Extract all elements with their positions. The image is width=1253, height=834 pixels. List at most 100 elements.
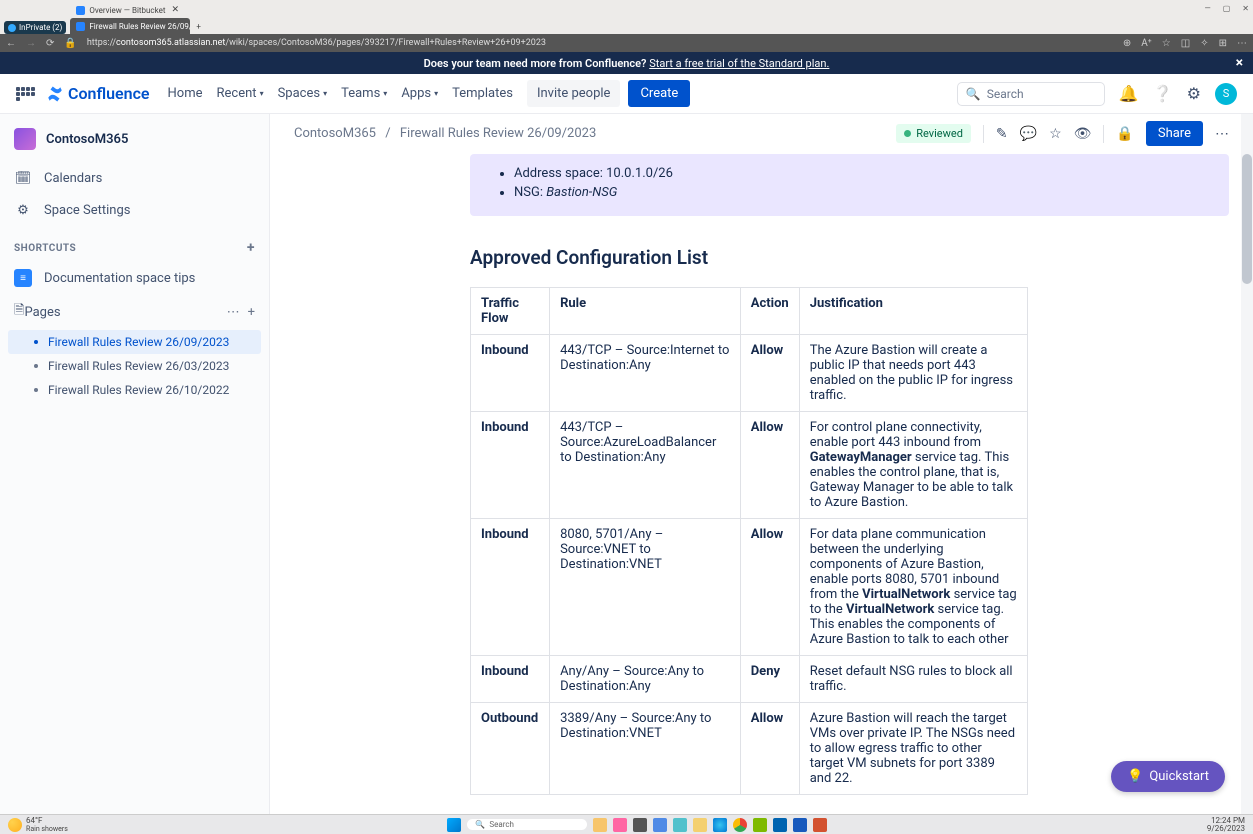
new-tab-button[interactable]: + [190,18,207,34]
back-button[interactable]: ← [6,38,16,49]
space-icon [14,128,36,150]
topnav-item[interactable]: Home [168,86,203,101]
gear-icon: ⚙ [14,201,32,219]
edit-icon[interactable]: ✎ [996,126,1008,142]
share-button[interactable]: Share [1146,121,1203,146]
invite-people-button[interactable]: Invite people [527,80,621,107]
info-panel: Address space: 10.0.1.0/26 NSG: Bastion-… [470,154,1229,216]
table-header: Action [740,288,799,335]
table-row: InboundAny/Any – Source:Any to Destinati… [471,656,1028,703]
top-navigation: Confluence Home Recent▾ Spaces▾ Teams▾ Apps▾… [0,74,1253,114]
forward-button[interactable]: → [26,38,36,49]
table-header: Rule [550,288,741,335]
address-bar[interactable]: https://contosom365.atlassian.net/wiki/s… [87,38,1113,48]
browser-tab-strip: InPrivate (2) Microsoft 365 Certificatio… [0,16,1253,34]
taskbar-app[interactable] [693,818,707,832]
notifications-icon[interactable]: 🔔 [1119,84,1139,103]
tab-close-icon[interactable]: ✕ [171,5,179,15]
taskbar-app[interactable] [653,818,667,832]
app-switcher-icon[interactable] [16,83,38,105]
taskbar-search[interactable]: 🔍Search [467,819,587,830]
quickstart-button[interactable]: 💡Quickstart [1111,761,1225,792]
browser-tab[interactable]: Firewall Rules Review 26/09/20…✕ [70,18,190,34]
space-name[interactable]: ContosoM365 [46,132,128,147]
topnav-item[interactable]: Templates [452,86,513,101]
taskbar-edge[interactable] [713,818,727,832]
page-tree-item[interactable]: Firewall Rules Review 26/03/2023 [0,354,269,378]
taskbar-app[interactable] [753,818,767,832]
inprivate-badge: InPrivate (2) [4,21,66,34]
split-screen-icon[interactable]: ◫ [1181,38,1190,49]
sidebar-item-space-settings[interactable]: ⚙Space Settings [0,194,269,226]
breadcrumb: ContosoM365 / Firewall Rules Review 26/0… [294,126,596,141]
breadcrumb-current[interactable]: Firewall Rules Review 26/09/2023 [400,126,596,141]
comments-icon[interactable]: 💬 [1020,126,1037,142]
topnav-item[interactable]: Apps▾ [401,86,438,101]
taskbar-chrome[interactable] [733,818,747,832]
taskbar-app[interactable] [593,818,607,832]
zoom-icon[interactable]: ⊕ [1123,38,1131,49]
topnav-item[interactable]: Spaces▾ [278,86,328,101]
weather-icon [8,818,22,832]
confluence-logo[interactable]: Confluence [46,84,150,103]
collections-icon[interactable]: ✧ [1200,38,1208,49]
windows-taskbar: 64°FRain showers 🔍Search 12:24 PM 9/26/2… [0,814,1253,834]
shortcut-item[interactable]: ≡Documentation space tips [0,262,269,294]
main-content: ContosoM365 / Firewall Rules Review 26/0… [270,114,1253,814]
taskbar-app[interactable] [613,818,627,832]
page-tree-item[interactable]: Firewall Rules Review 26/10/2022 [0,378,269,402]
settings-gear-icon[interactable]: ⚙ [1187,84,1201,103]
table-row: Inbound443/TCP – Source:Internet to Dest… [471,335,1028,412]
table-header: Justification [799,288,1027,335]
taskbar-app[interactable] [633,818,647,832]
banner-close-icon[interactable]: × [1236,55,1243,71]
table-row: Inbound443/TCP – Source:AzureLoadBalance… [471,412,1028,519]
taskbar-app[interactable] [813,818,827,832]
favorite-icon[interactable]: ☆ [1162,38,1171,49]
star-icon[interactable]: ☆ [1049,126,1062,142]
read-aloud-icon[interactable]: A⁺ [1141,38,1152,49]
browser-tab[interactable]: Overview — Bitbucket✕ [70,2,190,18]
add-page-button[interactable]: + [248,305,255,320]
table-row: Outbound3389/Any – Source:Any to Destina… [471,703,1028,795]
search-icon: 🔍 [966,87,981,101]
search-input[interactable]: 🔍Search [957,82,1105,106]
start-button[interactable] [447,818,461,832]
minimize-button[interactable]: — [1204,4,1210,13]
breadcrumb-root[interactable]: ContosoM365 [294,126,376,141]
banner-link[interactable]: Start a free trial of the Standard plan. [649,57,829,70]
help-icon[interactable]: ❔ [1153,84,1173,103]
taskbar-clock[interactable]: 12:24 PM 9/26/2023 [1207,817,1245,833]
avatar[interactable]: S [1215,83,1237,105]
page-tree-item[interactable]: Firewall Rules Review 26/09/2023 [8,330,261,354]
taskbar-word[interactable] [793,818,807,832]
create-button[interactable]: Create [628,80,690,107]
refresh-button[interactable]: ⟳ [46,38,54,49]
section-heading: Approved Configuration List [470,246,1229,269]
restrictions-icon[interactable]: 🔒 [1116,126,1133,142]
topnav-item[interactable]: Recent▾ [217,86,264,101]
promo-banner: Does your team need more from Confluence… [0,52,1253,74]
topnav-item[interactable]: Teams▾ [341,86,387,101]
table-header: Traffic Flow [471,288,550,335]
doc-icon: ≡ [14,269,32,287]
pages-more-icon[interactable]: ⋯ [227,305,240,320]
profile-icon[interactable]: ⋯ [1237,38,1247,49]
extensions-icon[interactable]: ⊞ [1219,38,1227,49]
sidebar-item-calendars[interactable]: 🗓Calendars [0,162,269,194]
taskbar-outlook[interactable] [773,818,787,832]
close-window-button[interactable]: ✕ [1242,4,1249,13]
maximize-button[interactable]: ▢ [1223,4,1231,13]
more-actions-icon[interactable]: ⋯ [1215,126,1229,142]
config-table: Traffic FlowRuleActionJustification Inbo… [470,287,1028,795]
site-info-icon[interactable]: 🔒 [64,38,76,49]
status-badge[interactable]: Reviewed [896,124,971,143]
taskbar-app[interactable] [673,818,687,832]
sidebar-item-pages[interactable]: 🗎Pages [14,301,61,323]
add-shortcut-button[interactable]: + [247,240,255,256]
watch-icon[interactable]: 👁 [1074,126,1092,142]
taskbar-weather[interactable]: 64°FRain showers [8,816,68,833]
scrollbar-thumb[interactable] [1242,154,1252,284]
calendar-icon: 🗓 [14,169,32,187]
address-bar-row: ← → ⟳ 🔒 https://contosom365.atlassian.ne… [0,34,1253,52]
